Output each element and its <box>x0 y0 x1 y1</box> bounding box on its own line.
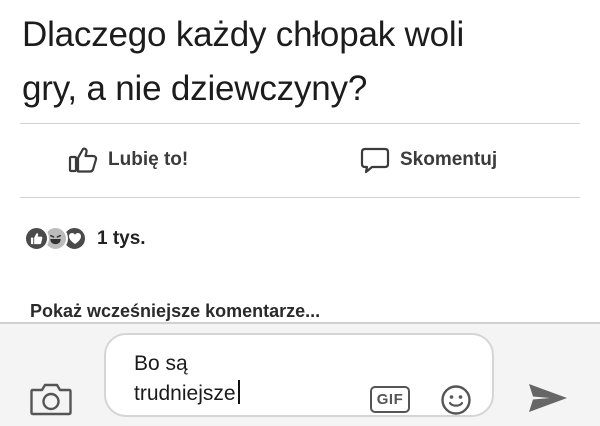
post-divider-bottom <box>20 197 580 198</box>
send-arrow-icon <box>529 384 567 412</box>
thumbs-up-icon <box>68 147 98 173</box>
comment-label: Skomentuj <box>400 149 498 170</box>
camera-icon <box>30 383 72 416</box>
send-button[interactable] <box>526 380 570 421</box>
post-text-line-1: Dlaczego każdy chłopak woli <box>22 15 465 54</box>
reactions-summary[interactable]: 1 tys. <box>24 226 146 251</box>
post-text-line-2: gry, a nie dziewczyny? <box>22 69 368 108</box>
emoji-button[interactable] <box>440 384 472 421</box>
camera-button[interactable] <box>30 382 72 421</box>
show-earlier-comments-link[interactable]: Pokaż wcześniejsze komentarze... <box>30 301 320 322</box>
comment-input-line-2: trudniejsze <box>134 382 236 405</box>
like-button[interactable]: Lubię to! <box>68 146 188 174</box>
post-action-bar: Lubię to! Skomentuj <box>0 140 600 186</box>
like-reaction-icon <box>24 226 49 251</box>
reaction-count: 1 tys. <box>97 227 146 249</box>
comment-bubble-icon <box>360 147 390 174</box>
comment-input-text[interactable]: Bo są trudniejsze <box>134 349 240 409</box>
post-text: Dlaczego każdy chłopak woli gry, a nie d… <box>22 8 582 116</box>
smiley-icon <box>441 385 471 415</box>
post-divider-top <box>20 123 580 124</box>
gif-button[interactable]: GIF <box>370 386 410 413</box>
like-label: Lubię to! <box>108 149 189 170</box>
comment-input[interactable]: Bo są trudniejsze GIF <box>104 333 494 417</box>
comment-button[interactable]: Skomentuj <box>360 146 497 174</box>
comment-input-line-1: Bo są <box>134 352 188 375</box>
text-caret <box>237 380 240 404</box>
